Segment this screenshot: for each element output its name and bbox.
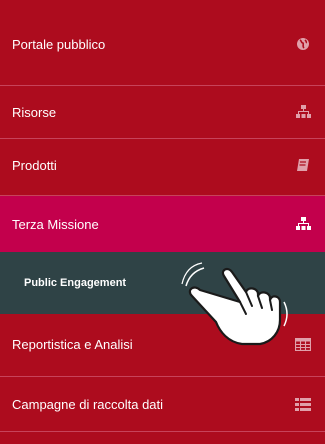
hand-pointer-icon xyxy=(180,262,295,352)
menu-item-label: Prodotti xyxy=(12,157,57,173)
menu-item-label: Portale pubblico xyxy=(12,36,106,52)
menu-item-risorse[interactable]: Risorse xyxy=(0,86,325,138)
table-icon xyxy=(295,336,311,352)
submenu-item-label: Public Engagement xyxy=(24,277,127,289)
sitemap-icon xyxy=(295,104,311,120)
sitemap-icon xyxy=(295,216,311,232)
menu-item-label: Terza Missione xyxy=(12,216,99,232)
menu-item-prodotti[interactable]: Prodotti xyxy=(0,139,325,191)
menu-item-portale-pubblico[interactable]: Portale pubblico xyxy=(0,18,325,70)
sidebar-menu: Portale pubblico Risorse Prodotti Terza … xyxy=(0,0,325,444)
list-icon xyxy=(295,396,311,412)
book-icon xyxy=(295,157,311,173)
menu-item-terza-missione[interactable]: Terza Missione xyxy=(0,196,325,252)
menu-item-campagne-di-raccolta-dati[interactable]: Campagne di raccolta dati xyxy=(0,377,325,431)
globe-icon xyxy=(295,36,311,52)
menu-item-label: Risorse xyxy=(12,104,57,120)
next-menu-item-partial xyxy=(0,432,325,444)
menu-item-label: Campagne di raccolta dati xyxy=(12,396,164,412)
